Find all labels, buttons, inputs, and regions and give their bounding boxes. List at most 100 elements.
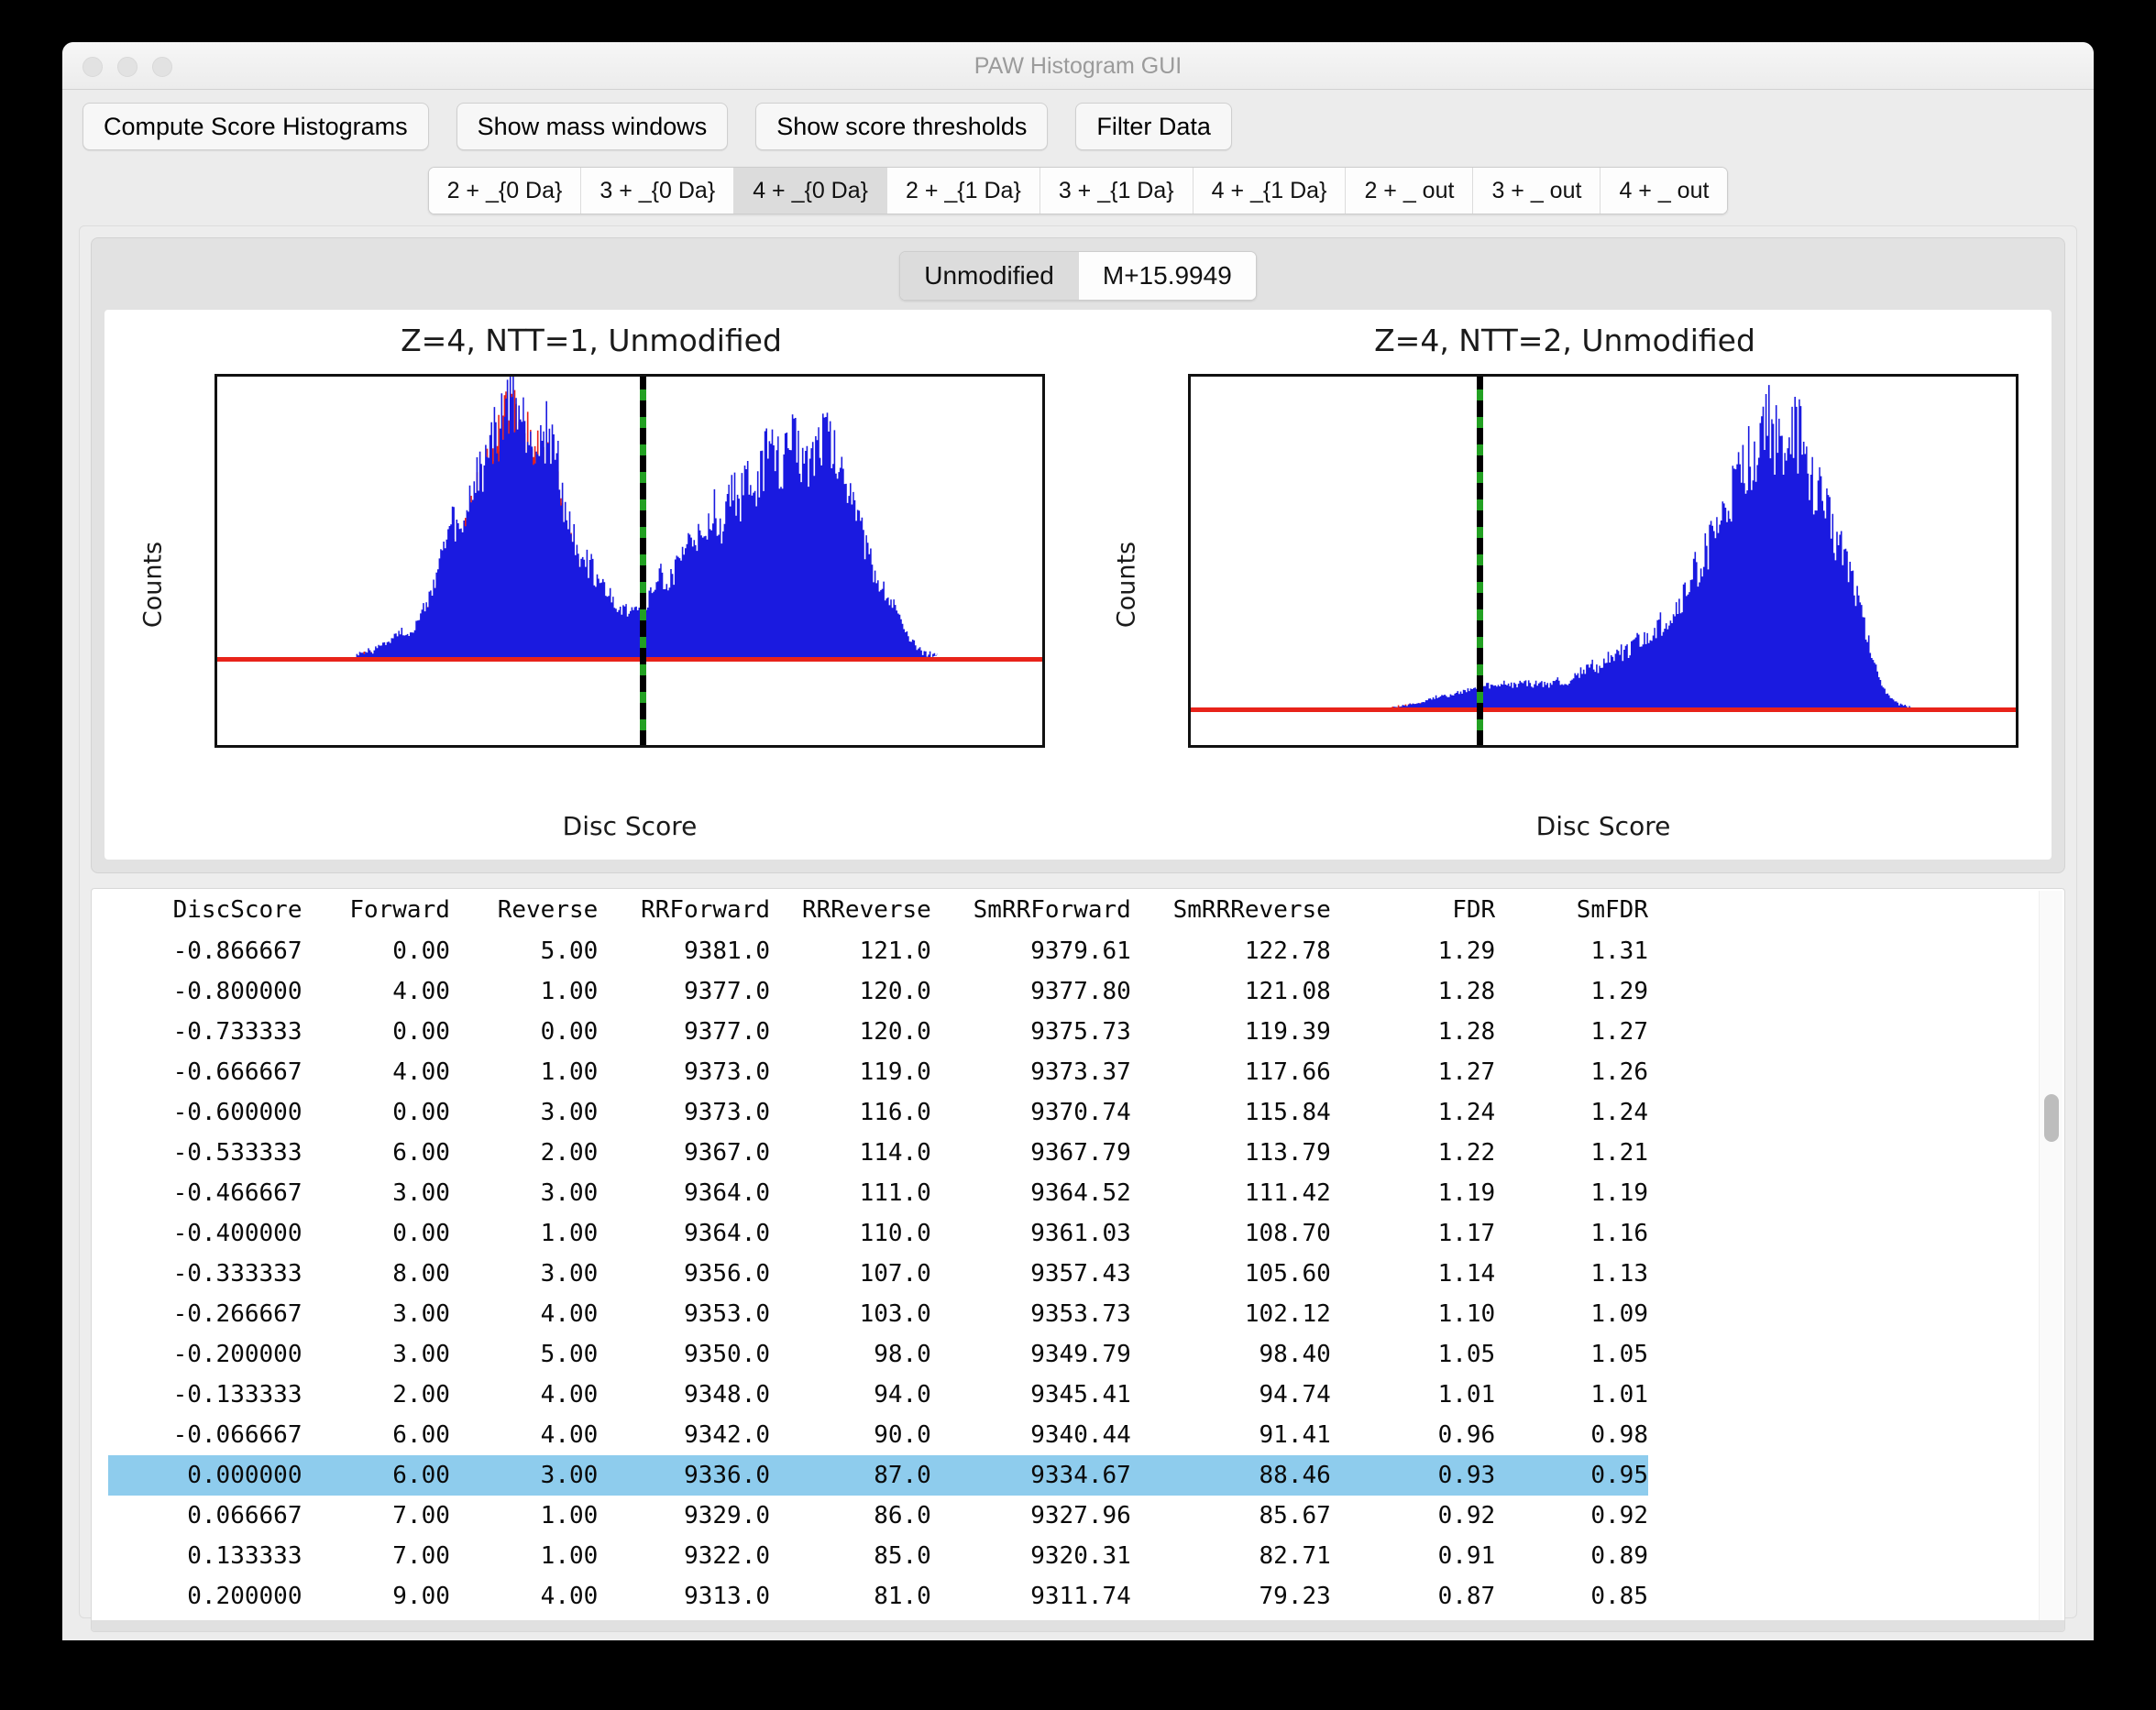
table-row[interactable]: -0.6000000.003.009373.0116.09370.74115.8…: [108, 1092, 1648, 1133]
table-row[interactable]: 0.0666677.001.009329.086.09327.9685.670.…: [108, 1496, 1648, 1536]
score-threshold-line: [640, 374, 646, 748]
table-cell: 1.01: [1495, 1375, 1648, 1415]
table-cell: 111.42: [1131, 1173, 1331, 1213]
histogram-traces: [1191, 377, 2016, 745]
table-row[interactable]: -0.6666674.001.009373.0119.09373.37117.6…: [108, 1052, 1648, 1092]
x-tick-mark: [850, 745, 852, 748]
table-cell: 2.00: [302, 1375, 449, 1415]
x-tick-mark: [1303, 745, 1305, 748]
table-cell: 1.01: [1331, 1375, 1495, 1415]
table-cell: 115.84: [1131, 1092, 1331, 1133]
table-cell: 0.92: [1331, 1496, 1495, 1536]
y-tick-mark: [1188, 636, 1191, 639]
table-cell: 107.0: [770, 1254, 931, 1294]
table-cell: 9370.74: [931, 1092, 1131, 1133]
table-cell: -0.400000: [108, 1213, 302, 1254]
show-score-thresholds-button[interactable]: Show score thresholds: [755, 103, 1048, 150]
tab-m-plus-15-9949[interactable]: M+15.9949: [1079, 252, 1256, 300]
table-cell: 3.00: [450, 1455, 598, 1496]
x-tick-mark: [937, 745, 940, 748]
plots-group-box: Unmodified M+15.9949 Z=4, NTT=1, Unmodif…: [91, 237, 2065, 873]
table-header-row: DiscScoreForwardReverseRRForwardRRRevers…: [108, 894, 1648, 931]
table-cell: 1.14: [1331, 1254, 1495, 1294]
table-row[interactable]: -0.7333330.000.009377.0120.09375.73119.3…: [108, 1012, 1648, 1052]
tab-unmodified[interactable]: Unmodified: [900, 252, 1079, 300]
table-cell: 98.0: [770, 1334, 931, 1375]
plot-ntt1-xlabel: Disc Score: [214, 811, 1045, 841]
table-row[interactable]: -0.5333336.002.009367.0114.09367.79113.7…: [108, 1133, 1648, 1173]
column-header-discscore[interactable]: DiscScore: [108, 894, 302, 931]
show-mass-windows-button[interactable]: Show mass windows: [456, 103, 729, 150]
table-row[interactable]: 0.2000009.004.009313.081.09311.7479.230.…: [108, 1576, 1648, 1617]
table-row[interactable]: -0.8666670.005.009381.0121.09379.61122.7…: [108, 931, 1648, 971]
tab-3plus-1da[interactable]: 3 + _{1 Da}: [1040, 168, 1194, 214]
tab-3plus-0da[interactable]: 3 + _{0 Da}: [581, 168, 734, 214]
table-cell: 9364.0: [598, 1213, 770, 1254]
table-cell: 6.00: [302, 1415, 449, 1455]
table-row[interactable]: -0.2666673.004.009353.0103.09353.73102.1…: [108, 1294, 1648, 1334]
column-header-smrrforward[interactable]: SmRRForward: [931, 894, 1131, 931]
column-header-fdr[interactable]: FDR: [1331, 894, 1495, 931]
column-header-forward[interactable]: Forward: [302, 894, 449, 931]
table-scrollbar-thumb[interactable]: [2044, 1094, 2059, 1142]
plot-ntt2: Z=4, NTT=2, Unmodified Counts 0501001502…: [1078, 310, 2052, 860]
filter-data-button[interactable]: Filter Data: [1075, 103, 1232, 150]
table-cell: 9340.44: [931, 1415, 1131, 1455]
table-cell: 4.00: [450, 1294, 598, 1334]
table-cell: 6.00: [302, 1133, 449, 1173]
table-cell: 0.133333: [108, 1536, 302, 1576]
histogram-figure: Z=4, NTT=1, Unmodified Counts 0204060−6−…: [104, 310, 2052, 860]
table-row[interactable]: 0.0000006.003.009336.087.09334.6788.460.…: [108, 1455, 1648, 1496]
compute-score-histograms-button[interactable]: Compute Score Histograms: [82, 103, 429, 150]
tab-3plus-out[interactable]: 3 + _ out: [1473, 168, 1600, 214]
table-bottom-edge: [92, 1620, 2064, 1631]
table-cell: 1.19: [1495, 1173, 1648, 1213]
table-cell: 3.00: [450, 1173, 598, 1213]
table-cell: 0.96: [1331, 1415, 1495, 1455]
table-cell: 1.00: [450, 971, 598, 1012]
x-tick-mark: [415, 745, 418, 748]
table-row[interactable]: -0.8000004.001.009377.0120.09377.80121.0…: [108, 971, 1648, 1012]
table-cell: 1.26: [1495, 1052, 1648, 1092]
table-cell: 85.67: [1131, 1496, 1331, 1536]
tab-4plus-1da[interactable]: 4 + _{1 Da}: [1194, 168, 1347, 214]
tab-2plus-out[interactable]: 2 + _ out: [1346, 168, 1473, 214]
table-cell: 85.0: [770, 1536, 931, 1576]
table-cell: 9357.43: [931, 1254, 1131, 1294]
table-cell: 9329.0: [598, 1496, 770, 1536]
tab-2plus-0da[interactable]: 2 + _{0 Da}: [429, 168, 582, 214]
results-table-scroll-area[interactable]: DiscScoreForwardReverseRRForwardRRRevers…: [92, 889, 2064, 1631]
x-tick-mark: [242, 745, 245, 748]
column-header-smrrreverse[interactable]: SmRRReverse: [1131, 894, 1331, 931]
table-cell: 0.85: [1495, 1576, 1648, 1617]
x-tick-mark: [676, 745, 679, 748]
table-cell: 9336.0: [598, 1455, 770, 1496]
table-row[interactable]: -0.0666676.004.009342.090.09340.4491.410…: [108, 1415, 1648, 1455]
table-cell: 114.0: [770, 1133, 931, 1173]
table-row[interactable]: -0.4666673.003.009364.0111.09364.52111.4…: [108, 1173, 1648, 1213]
table-cell: 0.000000: [108, 1455, 302, 1496]
column-header-smfdr[interactable]: SmFDR: [1495, 894, 1648, 931]
tab-2plus-1da[interactable]: 2 + _{1 Da}: [887, 168, 1040, 214]
table-row[interactable]: -0.4000000.001.009364.0110.09361.03108.7…: [108, 1213, 1648, 1254]
table-row[interactable]: -0.1333332.004.009348.094.09345.4194.741…: [108, 1375, 1648, 1415]
tab-4plus-out[interactable]: 4 + _ out: [1600, 168, 1727, 214]
table-row[interactable]: -0.2000003.005.009350.098.09349.7998.401…: [108, 1334, 1648, 1375]
table-vertical-scrollbar[interactable]: [2039, 891, 2062, 1629]
table-cell: 1.19: [1331, 1173, 1495, 1213]
x-tick-mark: [1823, 745, 1826, 748]
x-tick-mark: [1650, 745, 1653, 748]
column-header-rrforward[interactable]: RRForward: [598, 894, 770, 931]
table-cell: 1.00: [450, 1213, 598, 1254]
column-header-rrreverse[interactable]: RRReverse: [770, 894, 931, 931]
table-cell: 1.00: [450, 1052, 598, 1092]
zero-baseline: [217, 657, 1042, 662]
table-row[interactable]: 0.1333337.001.009322.085.09320.3182.710.…: [108, 1536, 1648, 1576]
tab-4plus-0da[interactable]: 4 + _{0 Da}: [734, 168, 887, 214]
table-row[interactable]: -0.3333338.003.009356.0107.09357.43105.6…: [108, 1254, 1648, 1294]
table-cell: 9367.0: [598, 1133, 770, 1173]
table-cell: 117.66: [1131, 1052, 1331, 1092]
column-header-reverse[interactable]: Reverse: [450, 894, 598, 931]
table-cell: 121.0: [770, 931, 931, 971]
x-tick-mark: [1389, 745, 1392, 748]
